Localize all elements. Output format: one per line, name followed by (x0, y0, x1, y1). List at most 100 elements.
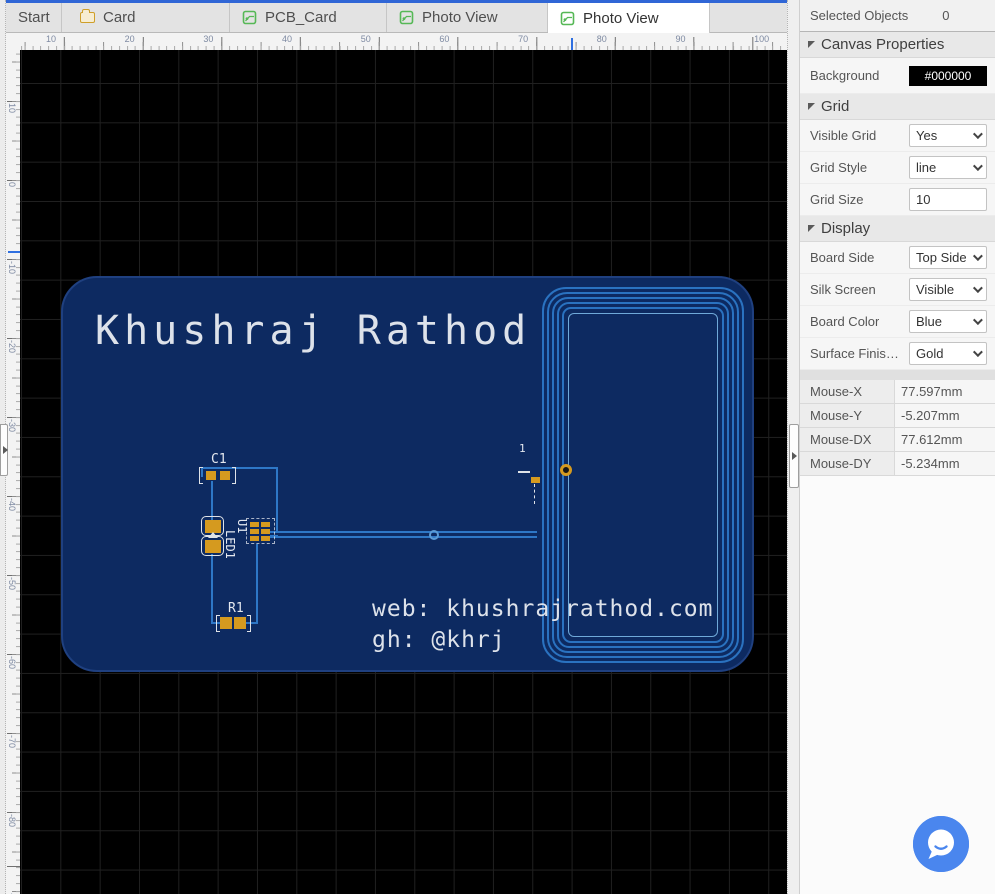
mouse-coordinate-value: 77.597mm (895, 380, 995, 403)
board-side-select[interactable]: Top Side (909, 246, 987, 269)
horizontal-ruler: 10 20 30 40 50 60 70 80 90 100 (20, 33, 787, 50)
tab-photo-view-1[interactable]: Photo View (387, 3, 548, 32)
trace-c1-to-led1 (211, 481, 213, 521)
section-canvas-properties[interactable]: Canvas Properties (800, 32, 995, 58)
ruler-tick-label: 0 (7, 182, 17, 188)
trace-antenna-b (270, 536, 537, 538)
ruler-tick-label: -50 (7, 577, 17, 591)
ruler-tick-label: -10 (7, 261, 17, 275)
surface-finish-row: Surface Finis… Gold (800, 338, 995, 370)
left-panel-collapse-handle[interactable] (0, 424, 8, 476)
u1-label: U1 (235, 519, 249, 534)
mouse-coordinate-row: Mouse-DX 77.612mm (800, 428, 995, 452)
grid-size-input[interactable] (909, 188, 987, 211)
selected-objects-label: Selected Objects (810, 8, 909, 23)
board-side-value: Top Side (916, 250, 967, 265)
board-color-select[interactable]: Blue (909, 310, 987, 333)
c1-label: C1 (211, 452, 227, 467)
board-side-row: Board Side Top Side (800, 242, 995, 274)
pcb-board[interactable]: Khushraj Rathod 1 C1 LED1 U1 R1 web: khu… (61, 276, 754, 672)
ruler-tick-label: 100 (754, 34, 770, 44)
r1-silk-bracket (247, 615, 251, 632)
antenna-silk-dash (534, 484, 535, 504)
tab-label: Card (103, 9, 136, 26)
mouse-coordinate-label: Mouse-X (800, 380, 895, 403)
visible-grid-select[interactable]: Yes (909, 124, 987, 147)
silk-screen-row: Silk Screen Visible (800, 274, 995, 306)
document-tab-bar: Start Card PCB_Card Photo View Photo Vie… (0, 3, 787, 34)
chat-widget-button[interactable] (913, 816, 969, 872)
ruler-tick-label: -70 (7, 735, 17, 749)
r1-pad (220, 617, 232, 629)
r1-pad (234, 617, 246, 629)
easyeda-photo-view-window: Start Card PCB_Card Photo View Photo Vie… (0, 0, 995, 894)
section-grid[interactable]: Grid (800, 94, 995, 120)
visible-grid-row: Visible Grid Yes (800, 120, 995, 152)
pin1-marker-line (518, 471, 530, 473)
led1-pad (205, 540, 221, 553)
vertical-ruler: 100-10-20-30-40-50-60-70-80-90 (6, 50, 20, 894)
trace-c1-loop-top (201, 467, 278, 469)
tab-card[interactable]: Card (62, 3, 230, 32)
chat-bubble-icon (913, 816, 969, 872)
ruler-tick-label: 20 (124, 34, 135, 44)
u1-pad (261, 536, 270, 541)
chevron-down-icon (972, 283, 983, 294)
silkscreen-name-text: Khushraj Rathod (95, 308, 532, 354)
silk-screen-select[interactable]: Visible (909, 278, 987, 301)
mouse-coordinate-label: Mouse-DY (800, 452, 895, 475)
c1-silk-bracket (232, 467, 236, 484)
surface-finish-label: Surface Finis… (810, 346, 899, 361)
grid-style-row: Grid Style line (800, 152, 995, 184)
r1-label: R1 (228, 601, 244, 616)
mouse-coordinate-row: Mouse-Y -5.207mm (800, 404, 995, 428)
trace-led1-to-r1 (211, 554, 213, 624)
c1-silk-bracket (199, 467, 203, 484)
led1-triangle-symbol (208, 532, 218, 538)
pcb-photo-canvas[interactable]: Khushraj Rathod 1 C1 LED1 U1 R1 web: khu… (20, 50, 787, 894)
ruler-tick-label: 70 (518, 34, 529, 44)
background-row: Background #000000 (800, 58, 995, 94)
photo-view-icon (560, 11, 575, 26)
properties-panel: Selected Objects 0 Canvas Properties Bac… (800, 0, 995, 894)
mouse-coordinate-label: Mouse-DX (800, 428, 895, 451)
mouse-x-ruler-marker (571, 38, 573, 50)
folder-icon (80, 9, 95, 23)
tab-start[interactable]: Start (6, 3, 62, 32)
tab-photo-view-2-active[interactable]: Photo View (548, 3, 710, 34)
chevron-down-icon (972, 161, 983, 172)
ruler-corner (6, 33, 20, 50)
chevron-down-icon (972, 315, 983, 326)
mouse-coordinate-row: Mouse-X 77.597mm (800, 380, 995, 404)
ruler-tick-label: -60 (7, 656, 17, 670)
u1-pad (261, 522, 270, 527)
selected-objects-count: 0 (942, 8, 950, 23)
grid-size-row: Grid Size (800, 184, 995, 216)
tab-label: PCB_Card (265, 9, 337, 26)
section-display[interactable]: Display (800, 216, 995, 242)
grid-style-select[interactable]: line (909, 156, 987, 179)
silk-screen-label: Silk Screen (810, 282, 876, 297)
pin1-label: 1 (519, 442, 526, 455)
trace-u1-to-r1 (256, 544, 258, 624)
grid-size-label: Grid Size (810, 192, 864, 207)
surface-finish-select[interactable]: Gold (909, 342, 987, 365)
surface-finish-value: Gold (916, 346, 944, 361)
c1-pad (206, 471, 216, 480)
ruler-tick-label: 40 (282, 34, 293, 44)
ruler-tick-label: -40 (7, 498, 17, 512)
u1-pad (250, 529, 259, 534)
panel-collapse-handle[interactable] (789, 424, 799, 488)
ruler-tick-label: 80 (596, 34, 607, 44)
tab-pcb-card[interactable]: PCB_Card (230, 3, 387, 32)
ruler-tick-label: 50 (360, 34, 371, 44)
panel-splitter[interactable] (787, 0, 800, 894)
chevron-down-icon (972, 251, 983, 262)
section-collapse-icon (808, 103, 815, 110)
coil-inner-edge (568, 313, 718, 637)
test-point-ring (429, 530, 439, 540)
visible-grid-label: Visible Grid (810, 128, 877, 143)
mouse-y-ruler-marker (8, 251, 20, 253)
silkscreen-web-text: web: khushrajrathod.com (372, 596, 714, 622)
background-color-swatch[interactable]: #000000 (909, 65, 987, 86)
